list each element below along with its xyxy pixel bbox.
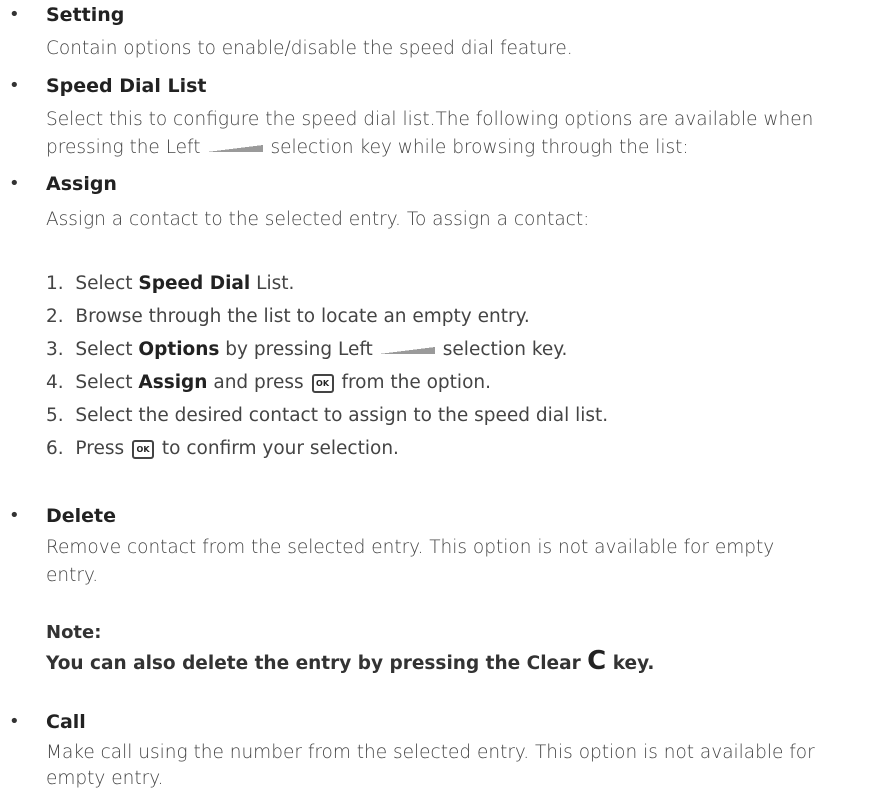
- note-text: You can also delete the entry by pressin…: [46, 646, 655, 676]
- ok-key-icon: OK: [311, 373, 334, 393]
- assign-step-3: 3. Select Options by pressing Left select…: [46, 339, 568, 360]
- speed-dial-list-title: Speed Dial List: [46, 75, 207, 97]
- assign-step-1: 1. Select Speed Dial List.: [46, 273, 295, 294]
- assign-step-6: 6. Press OK to confirm your selection.: [46, 438, 399, 459]
- assign-title: Assign: [46, 173, 117, 195]
- assign-step-2: 2. Browse through the list to locate an …: [46, 306, 530, 327]
- delete-desc-line1: Remove contact from the selected entry. …: [46, 537, 775, 558]
- speed-dial-list-desc-line2: pressing the Left selection key while bro…: [46, 137, 689, 158]
- note-title: Note:: [46, 622, 102, 643]
- assign-desc: Assign a contact to the selected entry. …: [46, 209, 590, 230]
- assign-step-5: 5. Select the desired contact to assign …: [46, 405, 609, 426]
- bullet: •: [9, 75, 20, 96]
- clear-key-icon: C: [587, 646, 607, 676]
- delete-desc-line2: entry.: [46, 565, 99, 586]
- bullet: •: [9, 173, 20, 194]
- ok-key-icon: OK: [132, 439, 155, 459]
- assign-step-4: 4. Select Assign and press OK from the o…: [46, 372, 491, 393]
- call-desc-line1: Make call using the number from the sele…: [46, 742, 815, 763]
- setting-title: Setting: [46, 4, 125, 26]
- delete-title: Delete: [46, 505, 117, 527]
- setting-desc: Contain options to enable/disable the sp…: [46, 38, 573, 59]
- call-desc-line2: empty entry.: [46, 768, 164, 789]
- left-selection-key-icon: [206, 144, 263, 152]
- bullet: •: [9, 505, 20, 526]
- speed-dial-list-desc-line1: Select this to configure the speed dial …: [46, 109, 814, 130]
- bullet: •: [9, 711, 20, 732]
- call-title: Call: [46, 711, 86, 733]
- bullet: •: [9, 4, 20, 25]
- left-selection-key-icon: [378, 346, 435, 354]
